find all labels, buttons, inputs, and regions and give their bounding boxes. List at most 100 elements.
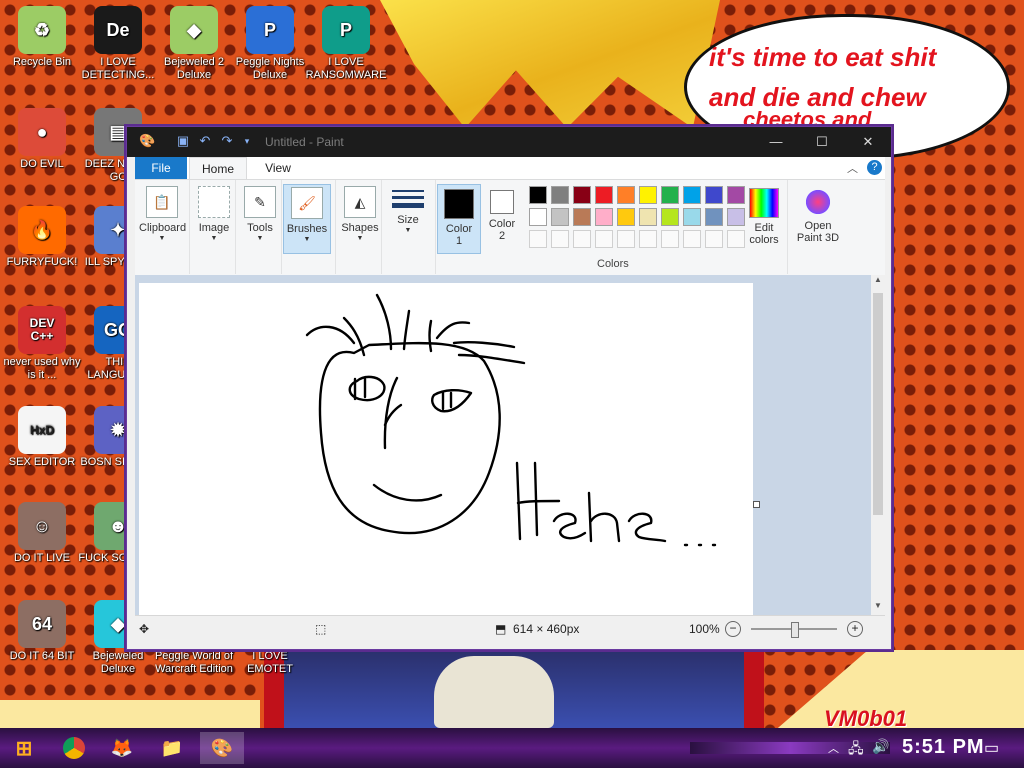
desktop-icon[interactable]: ● DO EVIL xyxy=(0,108,84,171)
palette-custom-slot[interactable] xyxy=(683,230,701,248)
resize-handle[interactable] xyxy=(753,501,760,508)
image-label: Image xyxy=(198,222,230,234)
speech-line-1: it's time to eat shit xyxy=(709,42,937,72)
desktop-icon[interactable]: HxD SEX EDITOR xyxy=(0,406,84,469)
redo-icon[interactable]: ↷ xyxy=(219,133,235,151)
drawing-canvas[interactable] xyxy=(139,283,753,615)
zoom-in-button[interactable]: + xyxy=(847,621,863,637)
group-image: Image ▼ xyxy=(191,180,236,274)
brushes-button[interactable]: 🖌 Brushes ▼ xyxy=(283,184,331,254)
desktop-icon[interactable]: DEV C++ never used why is it ... xyxy=(0,306,84,382)
selection-size-icon: ⬚ xyxy=(315,622,327,636)
network-icon[interactable]: 🖧 xyxy=(848,738,864,762)
edit-colors-button[interactable]: Edit colors xyxy=(743,184,785,252)
palette-custom-slot[interactable] xyxy=(573,230,591,248)
palette-swatch[interactable] xyxy=(683,208,701,226)
canvas-area: ▲ ▼ xyxy=(135,275,885,615)
palette-custom-slot[interactable] xyxy=(661,230,679,248)
scroll-down-icon[interactable]: ▼ xyxy=(871,601,885,615)
desktop-icon-image: ◆ xyxy=(170,6,218,54)
palette-swatch[interactable] xyxy=(551,208,569,226)
tab-home[interactable]: Home xyxy=(189,157,247,180)
color2-button[interactable]: Color 2 xyxy=(481,184,523,252)
palette-swatch[interactable] xyxy=(595,186,613,204)
palette-swatch[interactable] xyxy=(683,186,701,204)
shapes-icon: ◭ xyxy=(344,186,376,218)
palette-custom-slot[interactable] xyxy=(705,230,723,248)
close-button[interactable]: ✕ xyxy=(845,127,891,157)
notification-icon[interactable]: ▭ xyxy=(984,738,999,758)
shapes-button[interactable]: ◭ Shapes ▼ xyxy=(337,184,383,252)
save-icon[interactable]: ▣ xyxy=(175,133,191,151)
palette-swatch[interactable] xyxy=(595,208,613,226)
size-button[interactable]: Size ▼ xyxy=(385,184,431,252)
desktop-icon[interactable]: ◆ Bejeweled 2 Deluxe xyxy=(152,6,236,82)
minimize-button[interactable]: — xyxy=(753,127,799,157)
palette-custom-slot[interactable] xyxy=(529,230,547,248)
tab-view[interactable]: View xyxy=(253,157,303,179)
palette-swatch[interactable] xyxy=(551,186,569,204)
desktop-icon-label: Recycle Bin xyxy=(12,56,72,68)
rainbow-icon xyxy=(749,188,779,218)
palette-swatch[interactable] xyxy=(661,208,679,226)
palette-swatch[interactable] xyxy=(639,208,657,226)
image-button[interactable]: Image ▼ xyxy=(191,184,237,252)
desktop-icon-image: ● xyxy=(18,108,66,156)
desktop-icon[interactable]: 64 DO IT 64 BIT xyxy=(0,600,84,663)
desktop-icon-image: ☺ xyxy=(18,502,66,550)
color2-swatch xyxy=(490,190,514,214)
undo-icon[interactable]: ↶ xyxy=(197,133,213,151)
paint3d-label-1: Open xyxy=(804,220,832,232)
palette-swatch[interactable] xyxy=(573,186,591,204)
shapes-label: Shapes xyxy=(341,222,379,234)
palette-swatch[interactable] xyxy=(529,186,547,204)
scroll-thumb[interactable] xyxy=(873,293,883,515)
palette-swatch[interactable] xyxy=(573,208,591,226)
vertical-scrollbar[interactable]: ▲ ▼ xyxy=(871,275,885,615)
scroll-up-icon[interactable]: ▲ xyxy=(871,275,885,289)
maximize-button[interactable]: ☐ xyxy=(799,127,845,157)
zoom-slider-thumb[interactable] xyxy=(791,622,799,638)
color1-button[interactable]: Color 1 xyxy=(437,184,481,254)
palette-swatch[interactable] xyxy=(705,186,723,204)
zoom-out-button[interactable]: − xyxy=(725,621,741,637)
zoom-percent: 100% xyxy=(689,622,720,636)
clock[interactable]: 5:51 PM xyxy=(902,736,985,759)
collapse-ribbon-icon[interactable]: ︿ xyxy=(847,160,858,176)
firefox-taskbar-icon[interactable]: 🦊 xyxy=(106,732,138,764)
palette-swatch[interactable] xyxy=(639,186,657,204)
zoom-slider[interactable] xyxy=(751,622,837,638)
desktop-icon[interactable]: PI LOVE RANSOMWARE xyxy=(304,6,388,82)
customize-qa-icon[interactable]: ▾ xyxy=(239,136,255,154)
palette-custom-slot[interactable] xyxy=(551,230,569,248)
tray-chevron-icon[interactable]: ︿ xyxy=(828,740,839,756)
desktop-icon[interactable]: P Peggle Nights Deluxe xyxy=(228,6,312,82)
open-paint3d-button[interactable]: Open Paint 3D xyxy=(793,184,843,252)
title-bar[interactable]: 🎨 ▣ ↶ ↷ ▾ Untitled - Paint — ☐ ✕ xyxy=(127,127,891,157)
color2-label-1: Color xyxy=(488,218,516,230)
desktop-icon[interactable]: ♻ Recycle Bin xyxy=(0,6,84,69)
palette-swatch[interactable] xyxy=(617,186,635,204)
paint-window[interactable]: 🎨 ▣ ↶ ↷ ▾ Untitled - Paint — ☐ ✕ File Ho… xyxy=(126,126,892,650)
palette-swatch[interactable] xyxy=(529,208,547,226)
palette-swatch[interactable] xyxy=(661,186,679,204)
palette-custom-slot[interactable] xyxy=(595,230,613,248)
clipboard-button[interactable]: 📋 Clipboard ▼ xyxy=(139,184,186,252)
explorer-taskbar-icon[interactable]: 📁 xyxy=(156,732,188,764)
chrome-taskbar-icon[interactable] xyxy=(58,732,90,764)
desktop-icon[interactable]: 🔥 FURRYFUCK! xyxy=(0,206,84,269)
menu-bar: File Home View ︿ ? xyxy=(135,157,885,180)
start-button[interactable]: ⊞ xyxy=(8,732,40,764)
desktop-icon-label: Bejeweled 2 Deluxe xyxy=(164,56,224,81)
desktop-icon[interactable]: ☺ DO IT LIVE xyxy=(0,502,84,565)
help-icon[interactable]: ? xyxy=(867,160,882,175)
volume-icon[interactable]: 🔊 xyxy=(872,738,889,755)
paint-taskbar-icon[interactable]: 🎨 xyxy=(200,732,244,764)
palette-swatch[interactable] xyxy=(617,208,635,226)
desktop-icon[interactable]: De I LOVE DETECTING... xyxy=(76,6,160,82)
tools-button[interactable]: ✎ Tools ▼ xyxy=(237,184,283,252)
palette-custom-slot[interactable] xyxy=(617,230,635,248)
palette-custom-slot[interactable] xyxy=(639,230,657,248)
tab-file[interactable]: File xyxy=(135,157,187,179)
palette-swatch[interactable] xyxy=(705,208,723,226)
